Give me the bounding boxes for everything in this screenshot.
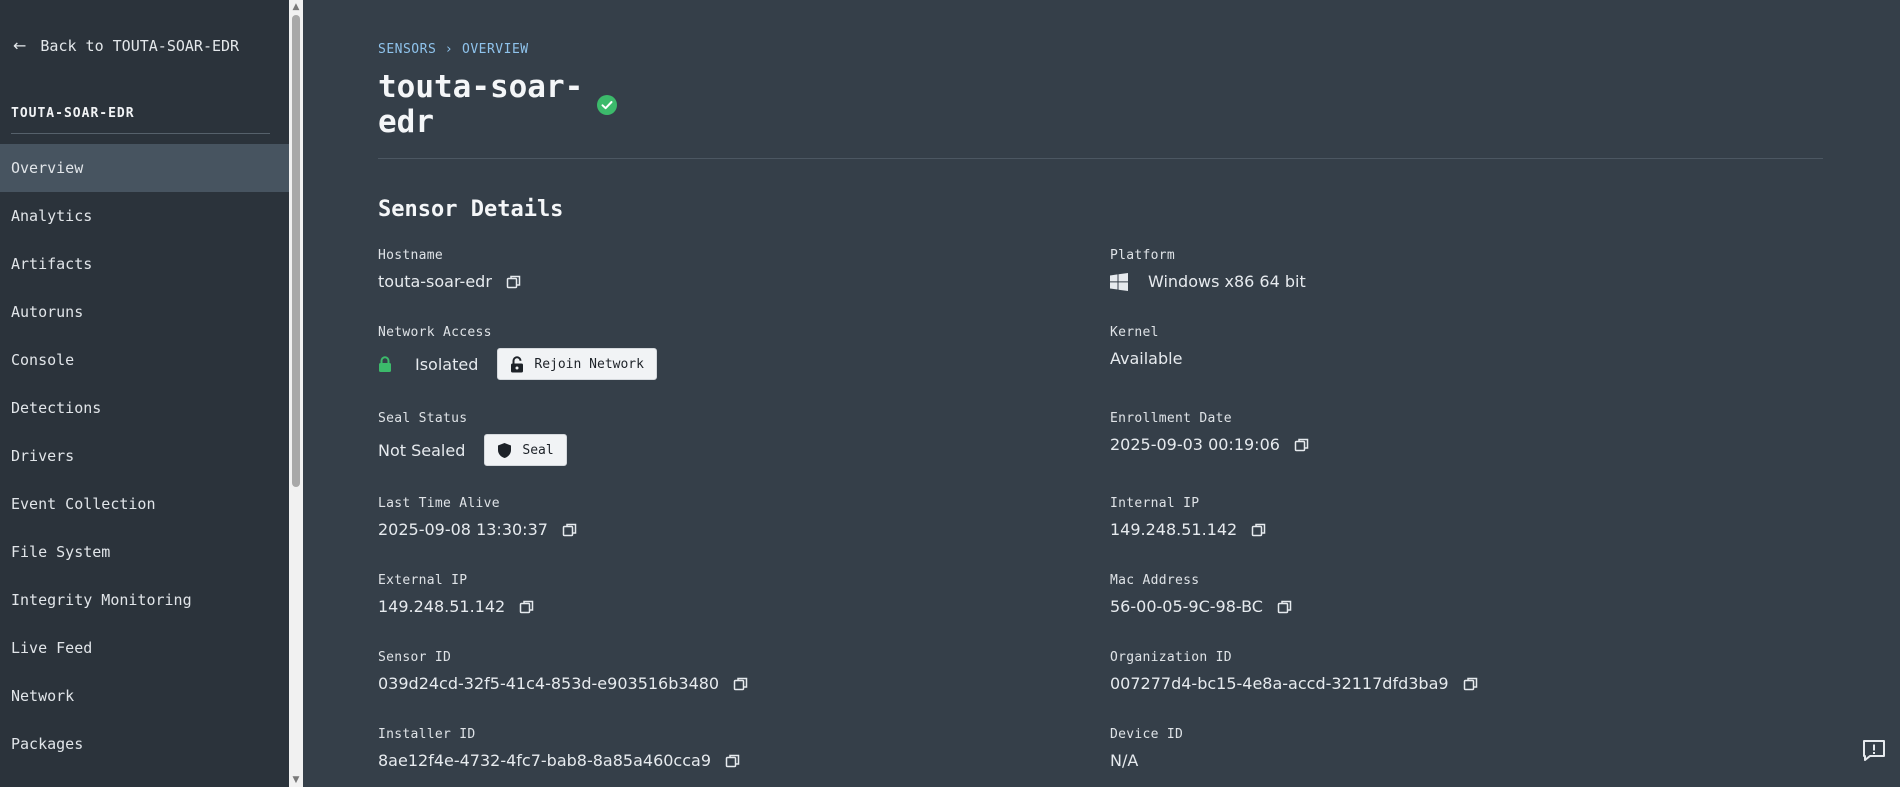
field-label: External IP xyxy=(378,573,468,588)
feedback-icon[interactable] xyxy=(1862,739,1886,763)
external-ip-value: 149.248.51.142 xyxy=(378,597,506,616)
network-status-value: Isolated xyxy=(415,354,479,374)
device-id-value: N/A xyxy=(1110,751,1139,770)
field-internal-ip: Internal IP 149.248.51.142 xyxy=(1110,496,1267,539)
field-external-ip: External IP 149.248.51.142 xyxy=(378,573,535,616)
breadcrumb-overview[interactable]: OVERVIEW xyxy=(462,42,529,57)
copy-icon[interactable] xyxy=(725,753,741,769)
breadcrumb: SENSORS › OVERVIEW xyxy=(378,42,529,57)
field-organization-id: Organization ID 007277d4-bc15-4e8a-accd-… xyxy=(1110,650,1479,693)
arrow-left-icon: ← xyxy=(13,36,27,55)
check-circle-icon xyxy=(597,95,617,115)
sidebar-item-detections[interactable]: Detections xyxy=(0,384,289,432)
unlock-icon xyxy=(511,355,524,372)
scroll-up-arrow-icon[interactable]: ▲ xyxy=(289,0,303,14)
sidebar-item-packages[interactable]: Packages xyxy=(0,720,289,768)
copy-icon[interactable] xyxy=(1251,522,1267,538)
divider xyxy=(11,133,270,134)
platform-value: Windows x86 64 bit xyxy=(1148,272,1306,291)
copy-icon[interactable] xyxy=(519,599,535,615)
internal-ip-value: 149.248.51.142 xyxy=(1110,520,1238,539)
sidebar-nav: Overview Analytics Artifacts Autoruns Co… xyxy=(0,144,289,768)
enrollment-date-value: 2025-09-03 00:19:06 xyxy=(1110,435,1280,454)
divider xyxy=(378,158,1823,159)
field-label: Platform xyxy=(1110,248,1176,263)
installer-id-value: 8ae12f4e-4732-4fc7-bab8-8a85a460cca9 xyxy=(378,751,712,770)
breadcrumb-sensors[interactable]: SENSORS xyxy=(378,42,436,57)
field-platform: Platform Windows x86 64 bit xyxy=(1110,248,1306,291)
field-label: Device ID xyxy=(1110,727,1184,742)
lock-icon xyxy=(379,356,391,372)
windows-icon xyxy=(1110,272,1128,291)
last-time-alive-value: 2025-09-08 13:30:37 xyxy=(378,520,548,539)
copy-icon[interactable] xyxy=(1277,599,1293,615)
mac-address-value: 56-00-05-9C-98-BC xyxy=(1110,597,1263,616)
copy-icon[interactable] xyxy=(733,676,749,692)
field-installer-id: Installer ID 8ae12f4e-4732-4fc7-bab8-8a8… xyxy=(378,727,741,770)
organization-id-value: 007277d4-bc15-4e8a-accd-32117dfd3ba9 xyxy=(1110,674,1449,693)
seal-button-label: Seal xyxy=(522,442,554,458)
field-device-id: Device ID N/A xyxy=(1110,727,1183,770)
field-label: Seal Status xyxy=(378,411,468,426)
field-kernel: Kernel Available xyxy=(1110,325,1182,368)
field-hostname: Hostname touta-soar-edr xyxy=(378,248,522,291)
field-label: Last Time Alive xyxy=(378,496,500,511)
field-mac-address: Mac Address 56-00-05-9C-98-BC xyxy=(1110,573,1293,616)
back-link[interactable]: ← Back to TOUTA-SOAR-EDR xyxy=(13,36,239,55)
sidebar-scrollbar[interactable]: ▲ ▼ xyxy=(289,0,303,787)
field-label: Hostname xyxy=(378,248,444,263)
scrollbar-thumb[interactable] xyxy=(292,15,300,487)
copy-icon[interactable] xyxy=(1294,437,1310,453)
field-label: Enrollment Date xyxy=(1110,411,1232,426)
seal-button[interactable]: Seal xyxy=(484,434,567,466)
sidebar-item-live-feed[interactable]: Live Feed xyxy=(0,624,289,672)
copy-icon[interactable] xyxy=(1463,676,1479,692)
copy-icon[interactable] xyxy=(562,522,578,538)
field-network-access: Network Access Isolated Rejoin Network xyxy=(378,325,657,380)
sidebar: ← Back to TOUTA-SOAR-EDR TOUTA-SOAR-EDR … xyxy=(0,0,289,787)
kernel-value: Available xyxy=(1110,349,1183,368)
field-label: Organization ID xyxy=(1110,650,1232,665)
seal-status-value: Not Sealed xyxy=(378,440,466,460)
sidebar-item-file-system[interactable]: File System xyxy=(0,528,289,576)
sidebar-item-network[interactable]: Network xyxy=(0,672,289,720)
hostname-value: touta-soar-edr xyxy=(378,272,492,291)
rejoin-network-label: Rejoin Network xyxy=(534,356,644,372)
back-link-label: Back to TOUTA-SOAR-EDR xyxy=(40,36,240,55)
sidebar-item-event-collection[interactable]: Event Collection xyxy=(0,480,289,528)
org-title: TOUTA-SOAR-EDR xyxy=(11,106,135,121)
page-title: touta-soar-edr xyxy=(378,69,584,140)
field-label: Sensor ID xyxy=(378,650,452,665)
sensor-id-value: 039d24cd-32f5-41c4-853d-e903516b3480 xyxy=(378,674,720,693)
field-sensor-id: Sensor ID 039d24cd-32f5-41c4-853d-e90351… xyxy=(378,650,749,693)
field-last-time-alive: Last Time Alive 2025-09-08 13:30:37 xyxy=(378,496,578,539)
rejoin-network-button[interactable]: Rejoin Network xyxy=(497,348,657,380)
sidebar-item-drivers[interactable]: Drivers xyxy=(0,432,289,480)
sidebar-item-autoruns[interactable]: Autoruns xyxy=(0,288,289,336)
main-content: SENSORS › OVERVIEW touta-soar-edr Sensor… xyxy=(303,0,1900,787)
field-seal-status: Seal Status Not Sealed Seal xyxy=(378,411,567,466)
sidebar-item-artifacts[interactable]: Artifacts xyxy=(0,240,289,288)
field-label: Installer ID xyxy=(378,727,476,742)
shield-icon xyxy=(498,442,512,458)
sidebar-item-integrity-monitoring[interactable]: Integrity Monitoring xyxy=(0,576,289,624)
section-title: Sensor Details xyxy=(378,197,564,222)
app-root: ← Back to TOUTA-SOAR-EDR TOUTA-SOAR-EDR … xyxy=(0,0,1900,787)
field-enrollment-date: Enrollment Date 2025-09-03 00:19:06 xyxy=(1110,411,1310,454)
field-label: Network Access xyxy=(378,325,492,340)
copy-icon[interactable] xyxy=(506,274,522,290)
sidebar-item-analytics[interactable]: Analytics xyxy=(0,192,289,240)
chevron-right-icon: › xyxy=(446,42,452,57)
scroll-down-arrow-icon[interactable]: ▼ xyxy=(289,773,303,787)
sidebar-item-overview[interactable]: Overview xyxy=(0,144,289,192)
field-label: Mac Address xyxy=(1110,573,1200,588)
field-label: Internal IP xyxy=(1110,496,1200,511)
sidebar-item-console[interactable]: Console xyxy=(0,336,289,384)
field-label: Kernel xyxy=(1110,325,1159,340)
